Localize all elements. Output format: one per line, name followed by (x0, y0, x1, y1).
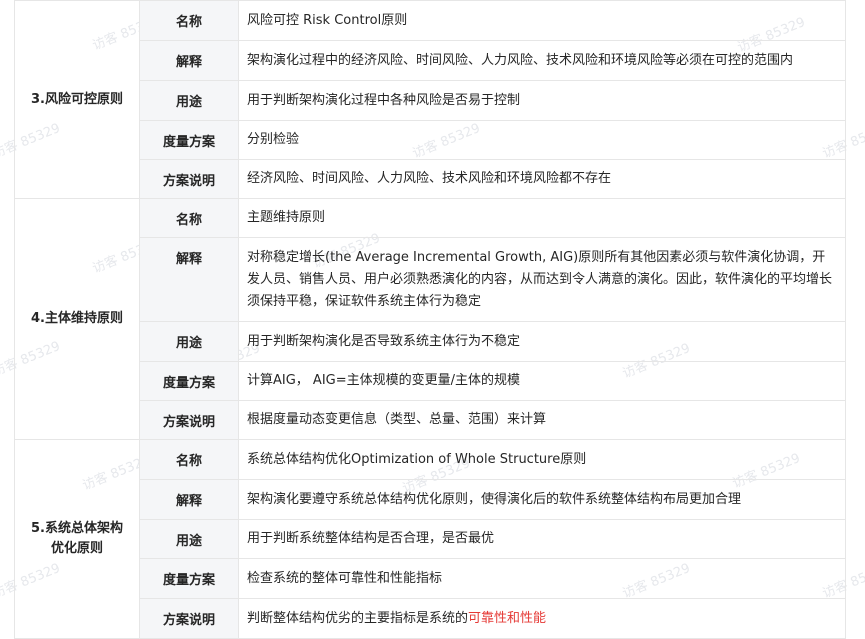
group-label-whole-structure: 5.系统总体架构 优化原则 (14, 439, 140, 639)
row-key: 度量方案 (139, 558, 239, 599)
group-label-risk-control: 3.风险可控原则 (14, 0, 140, 199)
row-key: 方案说明 (139, 159, 239, 199)
row-value: 架构演化要遵守系统总体结构优化原则，使得演化后的软件系统整体结构布局更加合理 (238, 479, 846, 520)
row-key: 方案说明 (139, 400, 239, 440)
row-key: 解释 (139, 479, 239, 520)
row-value: 架构演化过程中的经济风险、时间风险、人力风险、技术风险和环境风险等必须在可控的范… (238, 40, 846, 81)
table-row: 方案说明 根据度量动态变更信息（类型、总量、范围）来计算 (15, 400, 846, 440)
table-row: 方案说明 判断整体结构优劣的主要指标是系统的可靠性和性能 (15, 598, 846, 639)
table-row: 度量方案 计算AIG， AIG=主体规模的变更量/主体的规模 (15, 361, 846, 401)
highlight-text: 可靠性和性能 (468, 610, 547, 626)
value-text: 判断整体结构优劣的主要指标是系统的 (247, 610, 469, 626)
row-value: 用于判断架构演化过程中各种风险是否易于控制 (238, 80, 846, 121)
row-value: 主题维持原则 (238, 198, 846, 238)
table-row: 3.风险可控原则 名称 风险可控 Risk Control原则 (14, 0, 846, 199)
row-value: 经济风险、时间风险、人力风险、技术风险和环境风险都不存在 (238, 159, 846, 199)
row-value: 用于判断系统整体结构是否合理，是否最优 (238, 519, 846, 559)
group-label-line: 优化原则 (50, 541, 103, 556)
row-key: 度量方案 (139, 361, 239, 401)
row-key: 用途 (139, 519, 239, 559)
row-key: 名称 (139, 0, 239, 41)
row-key: 解释 (139, 237, 239, 322)
row-key: 度量方案 (139, 120, 239, 160)
row-value: 对称稳定增长(the Average Incremental Growth, A… (238, 237, 846, 322)
table-row: 4.主体维持原则 名称 主题维持原则 (14, 198, 846, 440)
principles-table: 3.风险可控原则 名称 风险可控 Risk Control原则 解释 架构演化过… (14, 0, 846, 639)
table-row: 解释 架构演化过程中的经济风险、时间风险、人力风险、技术风险和环境风险等必须在可… (15, 40, 846, 81)
row-key: 用途 (139, 321, 239, 362)
row-value: 分别检验 (238, 120, 846, 160)
table-row: 度量方案 检查系统的整体可靠性和性能指标 (15, 558, 846, 599)
row-value: 检查系统的整体可靠性和性能指标 (238, 558, 846, 599)
table-row: 用途 用于判断系统整体结构是否合理，是否最优 (15, 519, 846, 559)
row-key: 解释 (139, 40, 239, 81)
row-value: 判断整体结构优劣的主要指标是系统的可靠性和性能 (238, 598, 846, 639)
row-key: 用途 (139, 80, 239, 121)
row-key: 方案说明 (139, 598, 239, 639)
table-row: 5.系统总体架构 优化原则 名称 系统总体结构优化Optimization of… (14, 439, 846, 639)
row-key: 名称 (139, 198, 239, 238)
row-value: 系统总体结构优化Optimization of Whole Structure原… (238, 439, 846, 480)
group-label-line: 5.系统总体架构 (31, 521, 123, 536)
table-row: 解释 对称稳定增长(the Average Incremental Growth… (15, 237, 846, 322)
row-value: 根据度量动态变更信息（类型、总量、范围）来计算 (238, 400, 846, 440)
table-row: 用途 用于判断架构演化过程中各种风险是否易于控制 (15, 80, 846, 121)
row-value: 风险可控 Risk Control原则 (238, 0, 846, 41)
table-row: 解释 架构演化要遵守系统总体结构优化原则，使得演化后的软件系统整体结构布局更加合… (15, 479, 846, 520)
row-value: 用于判断架构演化是否导致系统主体行为不稳定 (238, 321, 846, 362)
row-value: 计算AIG， AIG=主体规模的变更量/主体的规模 (238, 361, 846, 401)
row-key: 名称 (139, 439, 239, 480)
group-label-subject-maintenance: 4.主体维持原则 (14, 198, 140, 440)
table-row: 度量方案 分别检验 (15, 120, 846, 160)
table-row: 方案说明 经济风险、时间风险、人力风险、技术风险和环境风险都不存在 (15, 159, 846, 199)
table-row: 用途 用于判断架构演化是否导致系统主体行为不稳定 (15, 321, 846, 362)
